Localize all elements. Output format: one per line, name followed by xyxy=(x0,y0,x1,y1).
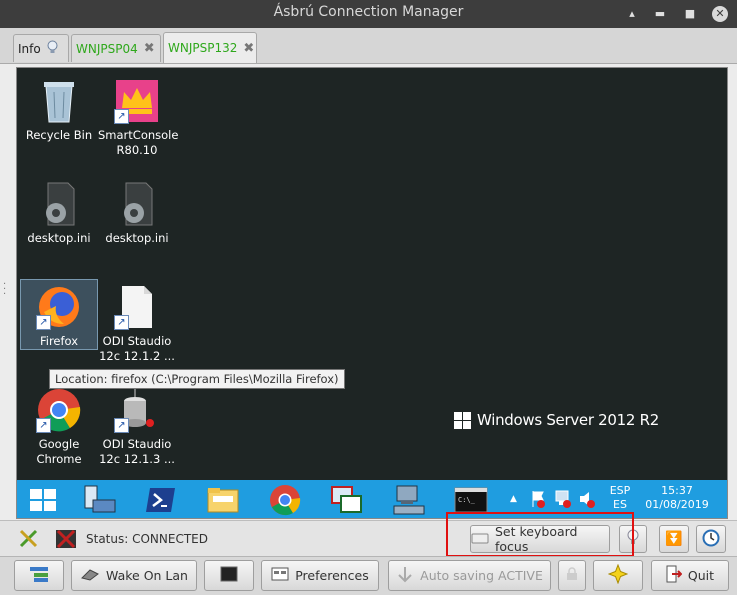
quit-button[interactable]: Quit xyxy=(651,560,729,591)
lightbulb-icon xyxy=(47,40,58,58)
remote-desktop-icon[interactable] xyxy=(329,482,365,518)
toggle-tree-button[interactable] xyxy=(14,560,64,591)
icon-label: Google Chrome xyxy=(36,437,82,466)
shortcut-arrow-icon: ↗ xyxy=(114,418,129,433)
desktop-icon-smartconsole[interactable]: ↗ SmartConsole R80.10 xyxy=(98,78,179,158)
pane-grip[interactable]: · · · xyxy=(3,280,11,300)
tab-label: Info xyxy=(18,41,41,56)
desktop-icon-google-chrome[interactable]: ↗ Google Chrome xyxy=(20,387,98,467)
powershell-icon[interactable] xyxy=(143,482,179,518)
tab-wnjpsp132[interactable]: WNJPSP132 ✖ xyxy=(163,32,257,63)
button-label: Wake On Lan xyxy=(106,568,188,583)
scroll-down-button[interactable]: ⏬ xyxy=(659,525,689,553)
history-clock-button[interactable] xyxy=(696,525,726,553)
icon-label: Recycle Bin xyxy=(25,128,93,142)
autosave-button[interactable]: Auto saving ACTIVE xyxy=(388,560,551,591)
settings-file-icon xyxy=(114,181,160,227)
recycle-bin-icon xyxy=(36,78,82,124)
icon-label: SmartConsole R80.10 xyxy=(98,128,179,157)
clock-date: 01/08/2019 xyxy=(645,498,709,511)
title-bar: Ásbrú Connection Manager ▴ ▬ ■ ✕ xyxy=(0,0,737,28)
shade-button[interactable]: ▬ xyxy=(652,6,668,22)
tree-view-icon xyxy=(28,565,50,586)
lock-icon xyxy=(566,567,578,584)
close-button[interactable]: ✕ xyxy=(712,6,728,22)
database-icon: ↗ xyxy=(114,387,160,433)
shortcut-arrow-icon: ↗ xyxy=(36,418,51,433)
desktop-icon-firefox[interactable]: ↗ Firefox xyxy=(20,279,98,350)
wake-on-lan-icon xyxy=(80,566,100,585)
settings-file-icon xyxy=(36,181,82,227)
terminal-icon xyxy=(220,566,238,585)
firefox-icon: ↗ xyxy=(36,284,82,330)
tab-label: WNJPSP132 xyxy=(168,41,238,55)
icon-label: Firefox xyxy=(39,334,79,348)
minimize-button[interactable]: ▴ xyxy=(624,6,640,22)
preferences-button[interactable]: Preferences xyxy=(261,560,379,591)
taskbar-clock[interactable]: 15:37 01/08/2019 xyxy=(645,484,709,518)
blank-file-icon: ↗ xyxy=(114,284,160,330)
highlight-box xyxy=(446,512,634,557)
shortcut-arrow-icon: ↗ xyxy=(114,109,129,124)
smartconsole-icon: ↗ xyxy=(114,78,160,124)
icon-label: desktop.ini xyxy=(105,231,169,245)
clock-time: 15:37 xyxy=(661,484,693,497)
icon-label: ODI Staudio 12c 12.1.2 ... xyxy=(99,334,175,363)
start-button[interactable] xyxy=(25,482,61,518)
icon-label: desktop.ini xyxy=(27,231,91,245)
icon-label: ODI Staudio 12c 12.1.3 ... xyxy=(99,437,175,466)
chrome-taskbar-icon[interactable] xyxy=(267,482,303,518)
file-explorer-icon[interactable] xyxy=(205,482,241,518)
bottom-toolbar: Wake On Lan Preferences Auto saving ACTI… xyxy=(0,556,737,595)
session-status-icon xyxy=(54,527,78,554)
preferences-icon xyxy=(271,567,289,584)
shortcut-arrow-icon: ↗ xyxy=(36,315,51,330)
maximize-button[interactable]: ■ xyxy=(682,6,698,22)
watermark-text: Windows Server 2012 R2 xyxy=(477,411,659,429)
language-code: ESP xyxy=(609,484,631,497)
os-watermark: Windows Server 2012 R2 xyxy=(454,411,659,429)
connection-status: Status: CONNECTED xyxy=(86,532,208,546)
tab-wnjpsp04[interactable]: WNJPSP04 ✖ xyxy=(71,34,161,62)
keyboard-layout-code: ES xyxy=(613,498,627,511)
close-tab-icon[interactable]: ✖ xyxy=(144,41,155,56)
desktop-icon-desktop-ini-1[interactable]: desktop.ini xyxy=(20,181,98,246)
wake-on-lan-button[interactable]: Wake On Lan xyxy=(71,560,197,591)
favourites-button[interactable] xyxy=(593,560,643,591)
shortcut-arrow-icon: ↗ xyxy=(114,315,129,330)
desktop-icon-recycle-bin[interactable]: Recycle Bin xyxy=(20,78,98,143)
arrow-down-bar-icon: ⏬ xyxy=(665,531,683,547)
terminal-button[interactable] xyxy=(204,560,254,591)
star-icon xyxy=(607,563,629,587)
lock-button[interactable] xyxy=(558,560,586,591)
chrome-icon: ↗ xyxy=(36,387,82,433)
button-label: Quit xyxy=(687,568,715,583)
cmd-text: C:\_ xyxy=(458,496,476,504)
tab-info[interactable]: Info xyxy=(13,34,69,62)
server-manager-icon[interactable] xyxy=(81,482,117,518)
network-computer-icon[interactable] xyxy=(391,482,427,518)
close-tab-icon[interactable]: ✖ xyxy=(243,41,254,56)
desktop-icon-desktop-ini-2[interactable]: desktop.ini xyxy=(98,181,176,246)
location-tooltip: Location: firefox (C:\Program Files\Mozi… xyxy=(49,369,345,389)
save-icon xyxy=(396,565,414,586)
desktop-icon-odi-studio-1213[interactable]: ↗ ODI Staudio 12c 12.1.3 ... xyxy=(98,387,176,467)
tab-strip: Info WNJPSP04 ✖ WNJPSP132 ✖ xyxy=(0,28,737,64)
button-label: Preferences xyxy=(295,568,369,583)
desktop-icon-odi-studio-1212[interactable]: ↗ ODI Staudio 12c 12.1.2 ... xyxy=(98,284,176,364)
connection-tools-icon[interactable] xyxy=(18,528,40,553)
tab-label: WNJPSP04 xyxy=(76,41,138,56)
button-label: Auto saving ACTIVE xyxy=(420,568,543,583)
clock-icon xyxy=(702,529,720,550)
exit-icon xyxy=(666,565,683,586)
remote-desktop[interactable]: Recycle Bin ↗ SmartConsole R80.10 deskto… xyxy=(16,67,728,519)
windows-logo-icon xyxy=(454,411,471,429)
